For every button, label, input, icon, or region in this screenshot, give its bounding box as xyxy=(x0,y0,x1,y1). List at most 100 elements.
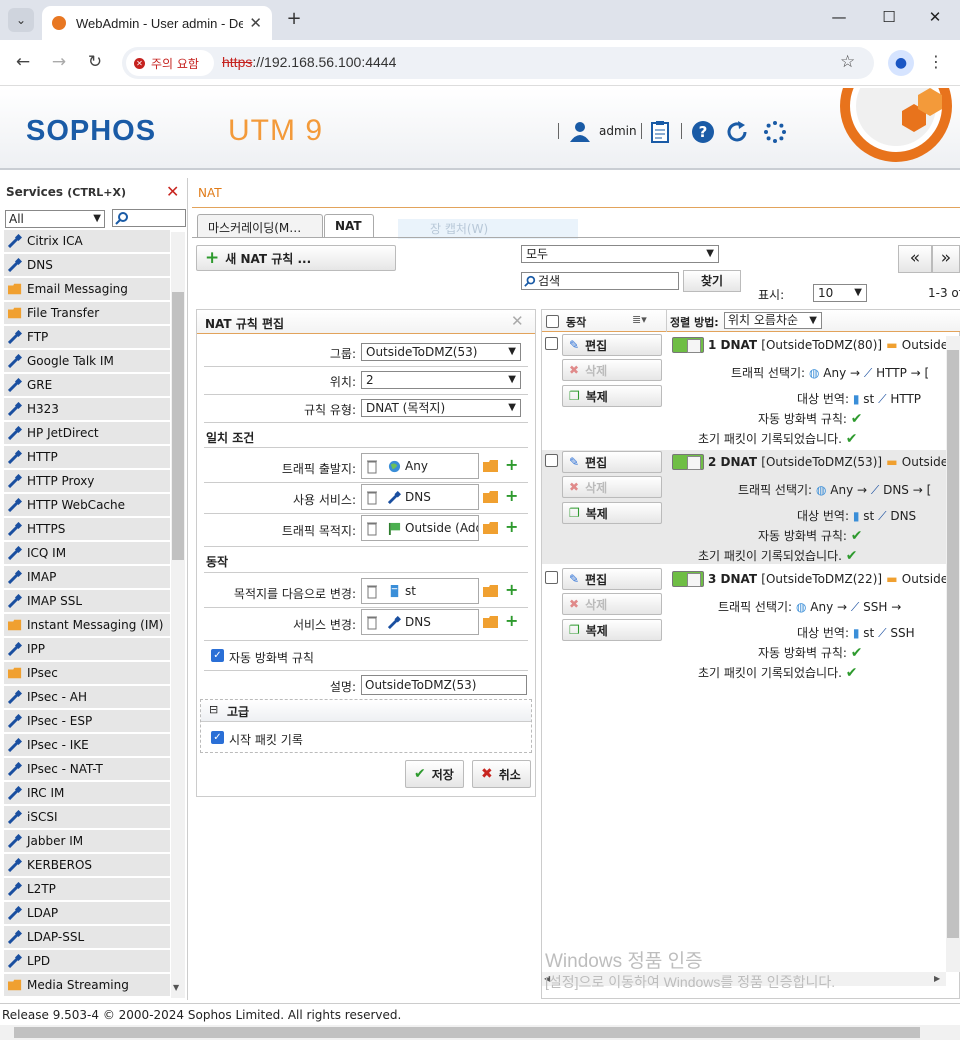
service-item[interactable]: IPsec - ESP xyxy=(4,710,170,732)
collapse-icon[interactable]: ⊟ xyxy=(209,703,218,716)
services-scroll-thumb[interactable] xyxy=(172,292,184,560)
service-item[interactable]: File Transfer xyxy=(4,302,170,324)
rules-scroll-thumb[interactable] xyxy=(947,350,959,938)
services-close-icon[interactable]: ✕ xyxy=(166,182,179,201)
service-box[interactable]: DNS xyxy=(361,484,479,510)
service-item[interactable]: LDAP xyxy=(4,902,170,924)
pager-next-button[interactable]: » xyxy=(932,245,960,273)
page-scroll-thumb[interactable] xyxy=(14,1027,920,1038)
add-plus-icon[interactable]: + xyxy=(505,486,518,505)
service-item[interactable]: IRC IM xyxy=(4,782,170,804)
traffic-dest-box[interactable]: Outside (Addr xyxy=(361,515,479,541)
auto-firewall-checkbox[interactable]: ✓ xyxy=(211,649,224,662)
service-item[interactable]: HP JetDirect xyxy=(4,422,170,444)
forward-icon[interactable]: → xyxy=(48,52,70,74)
new-nat-rule-button[interactable]: + 새 NAT 규칙 ... xyxy=(196,245,396,271)
change-dest-box[interactable]: st xyxy=(361,578,479,604)
security-warning-chip[interactable]: ✕ 주의 요함 xyxy=(126,50,214,76)
service-item[interactable]: HTTPS xyxy=(4,518,170,540)
description-input[interactable]: OutsideToDMZ(53) xyxy=(361,675,527,695)
service-item[interactable]: Instant Messaging (IM) xyxy=(4,614,170,636)
service-item[interactable]: FTP xyxy=(4,326,170,348)
service-item[interactable]: IMAP SSL xyxy=(4,590,170,612)
add-plus-icon[interactable]: + xyxy=(505,611,518,630)
position-select[interactable]: 2 ▼ xyxy=(361,371,521,389)
service-item[interactable]: KERBEROS xyxy=(4,854,170,876)
tab-search-dropdown[interactable]: ⌄ xyxy=(8,8,34,32)
find-button[interactable]: 찾기 xyxy=(683,270,741,292)
rule-delete-button[interactable]: ✖ 삭제 xyxy=(562,476,662,498)
service-item[interactable]: IPsec xyxy=(4,662,170,684)
service-item[interactable]: LDAP-SSL xyxy=(4,926,170,948)
service-item[interactable]: IPsec - IKE xyxy=(4,734,170,756)
advanced-header[interactable]: ⊟ 고급 xyxy=(201,700,531,722)
rule-edit-button[interactable]: ✎ 편집 xyxy=(562,334,662,356)
select-all-checkbox[interactable] xyxy=(546,315,559,328)
trash-icon[interactable] xyxy=(366,583,378,599)
rule-select-checkbox[interactable] xyxy=(545,454,558,467)
clipboard-icon[interactable] xyxy=(648,120,672,144)
rule-clone-button[interactable]: ❐ 복제 xyxy=(562,619,662,641)
rule-delete-button[interactable]: ✖ 삭제 xyxy=(562,593,662,615)
service-item[interactable]: IPsec - AH xyxy=(4,686,170,708)
service-item[interactable]: GRE xyxy=(4,374,170,396)
rule-type-select[interactable]: DNAT (목적지) ▼ xyxy=(361,399,521,417)
rule-edit-button[interactable]: ✎ 편집 xyxy=(562,451,662,473)
rule-clone-button[interactable]: ❐ 복제 xyxy=(562,385,662,407)
close-icon[interactable]: ✕ xyxy=(511,312,524,330)
services-search-input[interactable] xyxy=(112,209,186,227)
back-icon[interactable]: ← xyxy=(12,52,34,74)
rule-edit-button[interactable]: ✎ 편집 xyxy=(562,568,662,590)
pager-prev-button[interactable]: « xyxy=(898,245,932,273)
service-item[interactable]: H323 xyxy=(4,398,170,420)
service-item[interactable]: Google Talk IM xyxy=(4,350,170,372)
service-item[interactable]: IPsec - NAT-T xyxy=(4,758,170,780)
change-service-box[interactable]: DNS xyxy=(361,609,479,635)
reload-icon[interactable]: ↻ xyxy=(84,52,106,74)
trash-icon[interactable] xyxy=(366,614,378,630)
maximize-button[interactable]: ☐ xyxy=(874,8,904,32)
service-item[interactable]: L2TP xyxy=(4,878,170,900)
service-item[interactable]: HTTP xyxy=(4,446,170,468)
service-item[interactable]: Jabber IM xyxy=(4,830,170,852)
service-item[interactable]: HTTP Proxy xyxy=(4,470,170,492)
traffic-source-box[interactable]: Any xyxy=(361,453,479,479)
group-filter-select[interactable]: 모두 ▼ xyxy=(521,245,719,263)
service-item[interactable]: IPP xyxy=(4,638,170,660)
folder-icon[interactable] xyxy=(483,522,499,534)
scroll-right-icon[interactable]: ▶ xyxy=(934,974,940,983)
menu-icon[interactable]: ⋮ xyxy=(926,52,946,71)
service-item[interactable]: Email Messaging xyxy=(4,278,170,300)
url-text[interactable]: https://192.168.56.100:4444 xyxy=(222,54,396,70)
window-close-button[interactable]: ✕ xyxy=(920,8,950,32)
browser-tab[interactable]: WebAdmin - User admin - De ✕ xyxy=(42,6,272,40)
save-button[interactable]: ✔ 저장 xyxy=(405,760,464,788)
service-item[interactable]: IMAP xyxy=(4,566,170,588)
service-item[interactable]: HTTP WebCache xyxy=(4,494,170,516)
minimize-button[interactable]: — xyxy=(824,8,854,32)
folder-icon[interactable] xyxy=(483,616,499,628)
service-item[interactable]: ICQ IM xyxy=(4,542,170,564)
add-plus-icon[interactable]: + xyxy=(505,455,518,474)
rule-clone-button[interactable]: ❐ 복제 xyxy=(562,502,662,524)
list-view-icon[interactable]: ≣▾ xyxy=(632,313,647,326)
services-filter-select[interactable]: All ▼ xyxy=(5,210,105,228)
folder-icon[interactable] xyxy=(483,460,499,472)
folder-icon[interactable] xyxy=(483,585,499,597)
new-tab-button[interactable]: + xyxy=(284,8,304,32)
help-icon[interactable]: ? xyxy=(691,120,715,144)
rule-select-checkbox[interactable] xyxy=(545,571,558,584)
rule-search-input[interactable]: 검색 xyxy=(521,272,679,290)
add-plus-icon[interactable]: + xyxy=(505,517,518,536)
folder-icon[interactable] xyxy=(483,491,499,503)
group-select[interactable]: OutsideToDMZ(53) ▼ xyxy=(361,343,521,361)
profile-icon[interactable]: ● xyxy=(888,50,914,76)
rule-select-checkbox[interactable] xyxy=(545,337,558,350)
rule-enable-toggle[interactable] xyxy=(672,571,704,587)
log-initial-packet-checkbox[interactable]: ✓ xyxy=(211,731,224,744)
service-item[interactable]: Media Streaming xyxy=(4,974,170,996)
rule-delete-button[interactable]: ✖ 삭제 xyxy=(562,359,662,381)
service-item[interactable]: iSCSI xyxy=(4,806,170,828)
sort-select[interactable]: 위치 오름차순 ▼ xyxy=(724,312,822,329)
user-icon[interactable] xyxy=(568,120,592,142)
